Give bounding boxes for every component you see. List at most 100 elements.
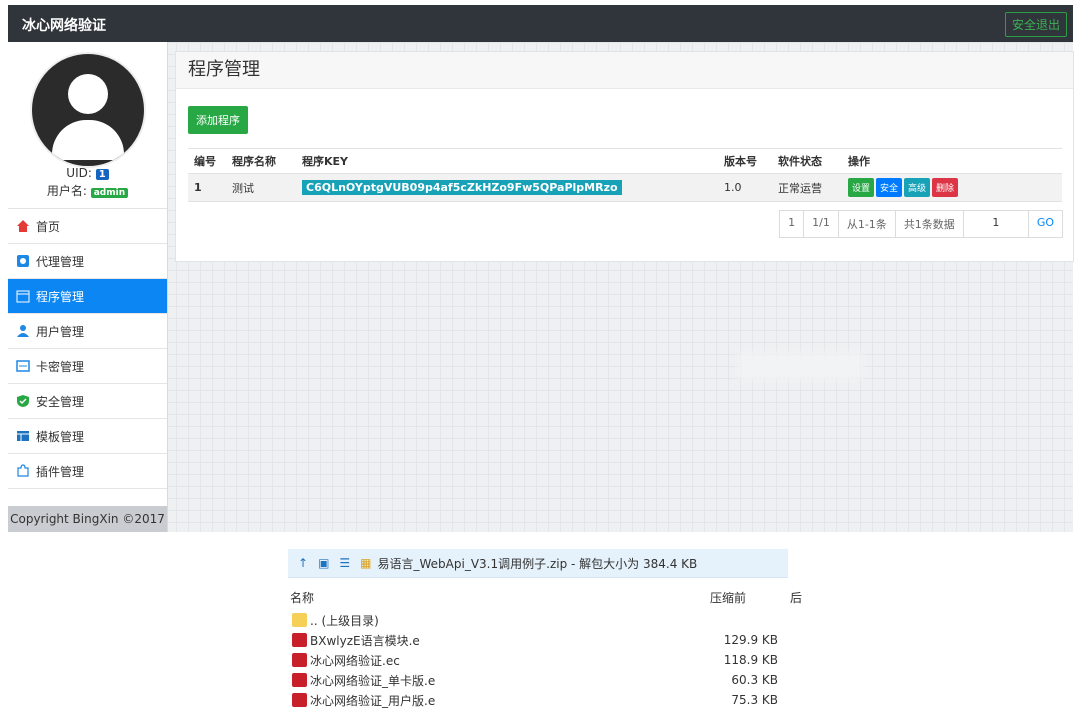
avatar-body <box>52 120 124 160</box>
file-name: BXwlyzE语言模块.e <box>310 633 420 648</box>
sidebar-item-label: 代理管理 <box>36 254 85 269</box>
col-version: 版本号 <box>718 148 772 174</box>
file-size: 75.3 KB <box>731 693 778 707</box>
logout-button[interactable]: 安全退出 <box>1004 12 1067 37</box>
archive-title: 易语言_WebApi_V3.1调用例子.zip - 解包大小为 384.4 KB <box>377 556 698 571</box>
settings-button[interactable]: 设置 <box>848 178 875 197</box>
shield-icon <box>16 394 30 408</box>
pager-pages: 1/1 <box>804 211 839 237</box>
row-status: 正常运营 <box>772 173 842 202</box>
page-input[interactable]: 1 <box>964 211 1029 237</box>
sidebar-item-label: 卡密管理 <box>36 359 85 374</box>
folder-icon <box>292 613 307 627</box>
sidebar-item-card[interactable]: 卡密管理 <box>8 349 167 384</box>
sidebar-item-agent[interactable]: 代理管理 <box>8 244 167 279</box>
file-name: 冰心网络验证_用户版.e <box>310 693 436 708</box>
row-id: 1 <box>188 173 226 202</box>
puzzle-icon <box>16 464 30 478</box>
program-panel: 程序管理 添加程序 编号 程序名称 程序KEY 版本号 软件状态 操作 1 测试… <box>175 51 1074 262</box>
sidebar-item-label: 安全管理 <box>36 394 85 409</box>
col-filename: 名称 <box>290 591 315 605</box>
pager-current[interactable]: 1 <box>780 211 805 237</box>
row-name: 测试 <box>226 173 296 202</box>
col-id: 编号 <box>188 148 226 174</box>
advanced-button[interactable]: 高级 <box>904 178 931 197</box>
archive-icon: ▦ <box>360 556 372 570</box>
list-item[interactable]: 冰心网络验证_用户版.e 75.3 KB <box>288 691 788 709</box>
pagination: 1 1/1 从1-1条 共1条数据 1 GO <box>779 210 1063 238</box>
page-title: 程序管理 <box>176 52 1073 89</box>
col-key: 程序KEY <box>296 148 718 174</box>
col-actions: 操作 <box>842 148 1062 174</box>
delete-button[interactable]: 删除 <box>932 178 959 197</box>
view-icon[interactable]: ▣ <box>318 556 329 570</box>
list-item[interactable]: 冰心网络验证.ec 118.9 KB <box>288 651 788 669</box>
home-icon <box>16 219 30 233</box>
explorer-toolbar: ↑ ▣ ☰ ▦ 易语言_WebApi_V3.1调用例子.zip - 解包大小为 … <box>288 549 788 578</box>
sidebar-item-label: 用户管理 <box>36 324 85 339</box>
sidebar-item-security[interactable]: 安全管理 <box>8 384 167 419</box>
template-icon <box>16 429 30 443</box>
uid-label: UID: <box>66 166 92 180</box>
row-actions: 设置 安全 高级 删除 <box>842 173 1062 202</box>
e-file-icon <box>292 633 307 647</box>
file-name: .. (上级目录) <box>310 613 379 628</box>
uid-line: UID: 1 <box>8 166 167 180</box>
file-name: 冰心网络验证.ec <box>310 653 400 668</box>
col-status: 软件状态 <box>772 148 842 174</box>
up-arrow-icon[interactable]: ↑ <box>298 556 308 570</box>
e-file-icon <box>292 673 307 687</box>
pager-range: 从1-1条 <box>839 211 896 237</box>
sidebar-item-label: 首页 <box>36 219 61 234</box>
col-compressed-size: 压缩前 <box>710 591 747 605</box>
table-header-row: 编号 程序名称 程序KEY 版本号 软件状态 操作 <box>188 148 1062 174</box>
file-name: 冰心网络验证_单卡版.e <box>310 673 436 688</box>
file-size: 118.9 KB <box>723 653 778 667</box>
page-body: UID: 1 用户名: admin 首页 代理管理 程序管理 用户管理 卡密管理… <box>8 42 1074 532</box>
table-row: 1 测试 C6QLnOYptgVUB09p4af5cZkHZo9Fw5QPaPl… <box>188 173 1062 202</box>
list-icon[interactable]: ☰ <box>339 556 350 570</box>
sidebar-item-home[interactable]: 首页 <box>8 209 167 244</box>
sidebar-item-template[interactable]: 模板管理 <box>8 419 167 454</box>
sidebar-item-label: 程序管理 <box>36 289 85 304</box>
sidebar-item-label: 模板管理 <box>36 429 85 444</box>
pager-total: 共1条数据 <box>896 211 964 237</box>
sidebar-item-program[interactable]: 程序管理 <box>8 279 167 314</box>
file-size: 60.3 KB <box>731 673 778 687</box>
col-extra: 后 <box>790 591 803 605</box>
list-item[interactable]: 冰心网络验证_单卡版.e 60.3 KB <box>288 671 788 689</box>
add-program-button[interactable]: 添加程序 <box>188 106 248 134</box>
row-version: 1.0 <box>718 173 772 202</box>
card-icon <box>16 359 30 373</box>
copyright-footer: Copyright BingXin ©2017 <box>8 506 167 532</box>
program-table: 编号 程序名称 程序KEY 版本号 软件状态 操作 1 测试 C6QLnOYpt… <box>188 148 1062 202</box>
list-item[interactable]: BXwlyzE语言模块.e 129.9 KB <box>288 631 788 649</box>
sidebar-item-label: 插件管理 <box>36 464 85 479</box>
file-size: 129.9 KB <box>723 633 778 647</box>
sidebar-item-user[interactable]: 用户管理 <box>8 314 167 349</box>
avatar <box>30 52 146 168</box>
uid-badge: 1 <box>95 169 109 180</box>
sidebar: UID: 1 用户名: admin 首页 代理管理 程序管理 用户管理 卡密管理… <box>8 42 168 532</box>
row-key-cell: C6QLnOYptgVUB09p4af5cZkHZo9Fw5QPaPlpMRzo <box>296 173 718 202</box>
calendar-icon <box>16 289 30 303</box>
brand-title: 冰心网络验证 <box>22 18 106 34</box>
sidebar-item-plugin[interactable]: 插件管理 <box>8 454 167 489</box>
username-label: 用户名: <box>46 184 87 198</box>
go-button[interactable]: GO <box>1029 211 1062 237</box>
blurred-area <box>738 352 863 380</box>
top-bar: 冰心网络验证 安全退出 <box>8 5 1073 42</box>
program-key: C6QLnOYptgVUB09p4af5cZkHZo9Fw5QPaPlpMRzo <box>302 180 622 195</box>
archive-explorer: ↑ ▣ ☰ ▦ 易语言_WebApi_V3.1调用例子.zip - 解包大小为 … <box>288 549 802 719</box>
user-icon <box>16 324 30 338</box>
agent-icon <box>16 254 30 268</box>
e-file-icon <box>292 653 307 667</box>
avatar-head <box>68 74 108 114</box>
security-button[interactable]: 安全 <box>876 178 903 197</box>
list-item[interactable]: .. (上级目录) <box>288 611 788 629</box>
col-name: 程序名称 <box>226 148 296 174</box>
username-badge: admin <box>90 188 129 198</box>
sidebar-menu: 首页 代理管理 程序管理 用户管理 卡密管理 安全管理 模板管理 插件管理 <box>8 208 167 489</box>
e-file-icon <box>292 693 307 707</box>
username-line: 用户名: admin <box>8 182 167 199</box>
